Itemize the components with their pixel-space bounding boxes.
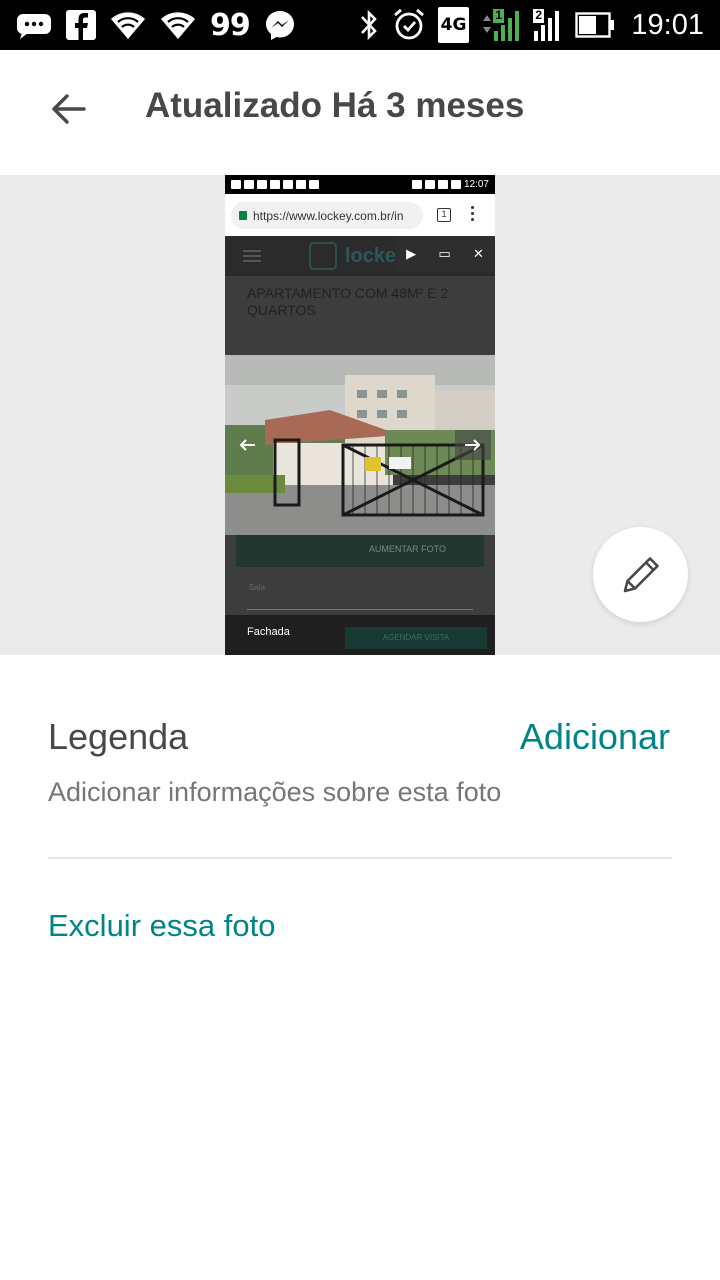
- network-4g-icon: 4G: [437, 7, 470, 43]
- page-title: Atualizado Há 3 meses: [145, 86, 525, 125]
- wifi-icon: [110, 7, 146, 43]
- photo-status-bar: 12:07: [225, 175, 495, 194]
- facebook-icon: [66, 7, 96, 43]
- messages-icon: [16, 7, 52, 43]
- photo-listing-title: APARTAMENTO COM 48M² E 2 QUARTOS: [247, 285, 449, 318]
- photo-video-controls: ▶ ▭ ✕: [395, 236, 495, 272]
- signal-icon: 2: [533, 7, 563, 43]
- photo-select-underline: [247, 609, 473, 610]
- delete-photo-button[interactable]: Excluir essa foto: [48, 908, 275, 944]
- listing-photo[interactable]: 12:07 https://www.lockey.com.br/in 1 loc…: [225, 175, 495, 655]
- signal-icon: 1: [481, 7, 521, 43]
- tabs-icon: 1: [437, 208, 451, 222]
- photo-status-time: 12:07: [463, 179, 489, 190]
- photo-url-field: https://www.lockey.com.br/in: [231, 202, 423, 229]
- pencil-icon: [623, 556, 659, 592]
- more-vert-icon: [471, 206, 474, 222]
- messenger-icon: [264, 7, 296, 43]
- play-icon: ▶: [406, 246, 417, 261]
- status-bar: 99 4G 1 2 19:01: [0, 0, 720, 50]
- photo-schedule-button: AGENDAR VISITA: [345, 627, 487, 649]
- photo-browser-bar: https://www.lockey.com.br/in 1: [225, 194, 495, 236]
- alarm-icon: [392, 7, 426, 43]
- photo-url-text: https://www.lockey.com.br/in: [253, 208, 404, 223]
- sim1-label: 1: [495, 8, 503, 22]
- photo-select-placeholder: Sala: [249, 583, 266, 592]
- photo-caption: Fachada: [247, 626, 290, 638]
- status-time: 19:01: [631, 8, 704, 41]
- edit-photo-button[interactable]: [593, 527, 688, 622]
- arrow-left-icon: [52, 94, 86, 124]
- photo-site-header: lockey ▶ ▭ ✕: [225, 236, 495, 276]
- close-icon: ✕: [472, 246, 484, 261]
- add-caption-button[interactable]: Adicionar: [520, 716, 670, 758]
- maximize-icon: ▭: [438, 246, 451, 261]
- building-gate-image: [225, 355, 495, 535]
- menu-icon: [243, 250, 261, 262]
- bluetooth-icon: [358, 7, 380, 43]
- caption-label: Legenda: [48, 716, 189, 757]
- lock-icon: [239, 211, 247, 220]
- app-bar: Atualizado Há 3 meses: [0, 50, 720, 168]
- divider: [48, 857, 672, 859]
- house-logo-icon: [309, 242, 337, 270]
- notification-count: 99: [210, 7, 251, 43]
- sim2-label: 2: [535, 8, 543, 22]
- back-button[interactable]: [32, 80, 104, 138]
- photo-add-photo-button: AUMENTAR FOTO: [236, 535, 484, 567]
- wifi-icon: [160, 7, 196, 43]
- photo-area: 12:07 https://www.lockey.com.br/in 1 loc…: [0, 175, 720, 655]
- caption-hint: Adicionar informações sobre esta foto: [48, 777, 502, 807]
- battery-icon: [575, 7, 615, 43]
